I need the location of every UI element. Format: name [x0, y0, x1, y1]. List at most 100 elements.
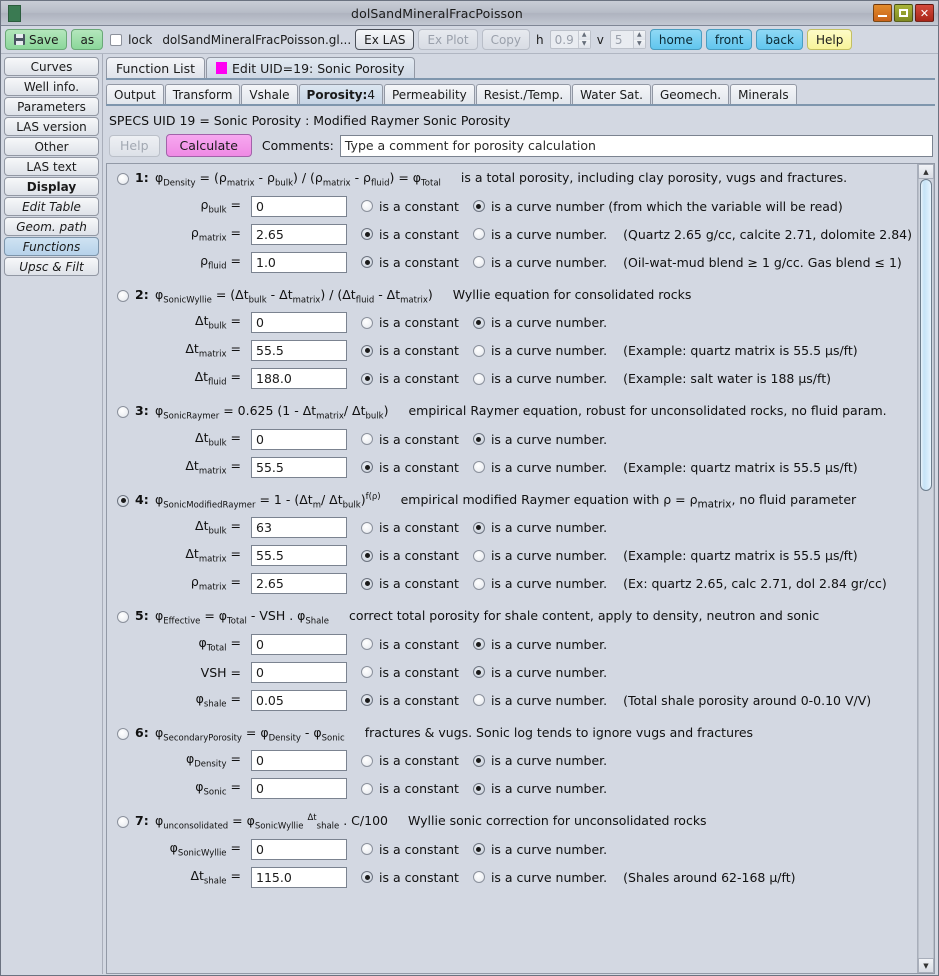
constant-radio[interactable] [361, 200, 373, 212]
constant-option[interactable]: is a constant [361, 315, 459, 330]
section-help-button[interactable]: Help [109, 134, 160, 157]
tab-geomech[interactable]: Geomech. [651, 84, 730, 104]
constant-radio[interactable] [361, 666, 373, 679]
constant-radio[interactable] [361, 372, 373, 385]
tab-water-sat[interactable]: Water Sat. [572, 84, 651, 104]
curve-radio[interactable] [472, 200, 485, 212]
curve-radio[interactable] [472, 256, 485, 268]
constant-radio[interactable] [361, 577, 373, 590]
maximize-icon[interactable] [894, 4, 913, 22]
back-button[interactable]: back [756, 29, 803, 50]
sidebar-item-functions[interactable]: Functions [4, 237, 99, 256]
constant-option[interactable]: is a constant [361, 665, 459, 680]
curve-radio[interactable] [472, 754, 485, 767]
constant-option[interactable]: is a constant [361, 842, 459, 857]
constant-option[interactable]: is a constant [361, 781, 459, 796]
tab-resist-temp[interactable]: Resist./Temp. [475, 84, 572, 104]
constant-radio[interactable] [361, 782, 373, 795]
parameter-input[interactable]: 55.5 [251, 340, 347, 361]
sidebar-item-display[interactable]: Display [4, 177, 99, 196]
curve-radio[interactable] [472, 433, 485, 445]
curve-radio[interactable] [472, 549, 485, 562]
sidebar-item-other[interactable]: Other [4, 137, 99, 156]
parameter-input[interactable]: 0 [251, 838, 347, 860]
parameter-input[interactable]: 0.05 [251, 689, 347, 711]
parameter-input[interactable]: 1.0 [251, 251, 347, 273]
constant-radio[interactable] [361, 461, 373, 473]
curve-option[interactable]: is a curve number. [472, 432, 607, 447]
constant-radio[interactable] [361, 316, 373, 329]
formula-select-radio[interactable] [117, 816, 129, 829]
curve-radio[interactable] [472, 638, 485, 651]
curve-option[interactable]: is a curve number. [472, 637, 607, 652]
constant-option[interactable]: is a constant [361, 753, 459, 768]
curve-radio[interactable] [472, 666, 485, 679]
scroll-track[interactable] [918, 179, 934, 958]
parameter-input[interactable]: 0 [251, 195, 347, 217]
export-las-button[interactable]: Ex LAS [355, 29, 415, 50]
curve-radio[interactable] [472, 782, 485, 795]
constant-option[interactable]: is a constant [361, 576, 459, 591]
constant-radio[interactable] [361, 871, 373, 884]
constant-option[interactable]: is a constant [361, 460, 459, 475]
constant-radio[interactable] [361, 344, 373, 357]
parameter-input[interactable]: 2.65 [251, 223, 347, 245]
curve-option[interactable]: is a curve number. [472, 576, 607, 591]
curve-option[interactable]: is a curve number. [472, 520, 607, 535]
v-scale-up-icon[interactable]: ▲ [633, 31, 645, 40]
curve-radio[interactable] [472, 461, 485, 473]
minimize-icon[interactable] [873, 4, 892, 22]
constant-radio[interactable] [361, 843, 373, 856]
curve-option[interactable]: is a curve number. [472, 343, 607, 358]
help-button[interactable]: Help [806, 29, 853, 50]
parameter-input[interactable]: 2.65 [251, 573, 347, 595]
v-scale-arrows[interactable]: ▲ ▼ [632, 31, 645, 48]
constant-radio[interactable] [361, 521, 373, 534]
curve-option[interactable]: is a curve number. [472, 781, 607, 796]
vertical-scrollbar[interactable]: ▲ ▼ [917, 164, 934, 973]
parameter-input[interactable]: 55.5 [251, 545, 347, 567]
tab-transform[interactable]: Transform [164, 84, 241, 104]
primary-tab-edit-uid[interactable]: Edit UID=19: Sonic Porosity [206, 57, 415, 78]
constant-radio[interactable] [361, 549, 373, 562]
constant-option[interactable]: is a constant [361, 371, 459, 386]
curve-option[interactable]: is a curve number. [472, 371, 607, 386]
constant-radio[interactable] [361, 228, 373, 240]
h-scale-down-icon[interactable]: ▼ [578, 39, 590, 48]
sidebar-item-curves[interactable]: Curves [4, 57, 99, 76]
v-scale-stepper[interactable]: 5 ▲ ▼ [609, 30, 646, 49]
parameter-input[interactable]: 188.0 [251, 368, 347, 389]
constant-radio[interactable] [361, 433, 373, 445]
sidebar-item-well-info[interactable]: Well info. [4, 77, 99, 96]
constant-radio[interactable] [361, 754, 373, 767]
scroll-up-icon[interactable]: ▲ [918, 164, 934, 179]
tab-porosity[interactable]: Porosity: 4 [298, 84, 383, 104]
save-as-button[interactable]: as [71, 29, 104, 50]
primary-tab-function-list[interactable]: Function List [106, 57, 205, 78]
constant-option[interactable]: is a constant [361, 343, 459, 358]
curve-option[interactable]: is a curve number. [472, 753, 607, 768]
formula-select-radio[interactable] [117, 173, 129, 185]
curve-option[interactable]: is a curve number. [472, 315, 607, 330]
constant-option[interactable]: is a constant [361, 227, 459, 242]
formula-select-radio[interactable] [117, 289, 129, 302]
curve-option[interactable]: is a curve number. [472, 460, 607, 475]
formula-select-radio[interactable] [117, 406, 129, 418]
constant-option[interactable]: is a constant [361, 199, 459, 214]
lock-checkbox[interactable] [110, 33, 123, 46]
curve-radio[interactable] [472, 316, 485, 329]
curve-radio[interactable] [472, 372, 485, 385]
curve-option[interactable]: is a curve number. [472, 842, 607, 857]
formula-select-radio[interactable] [117, 611, 129, 624]
sidebar-item-geom-path[interactable]: Geom. path [4, 217, 99, 236]
curve-option[interactable]: is a curve number. [472, 548, 607, 563]
constant-option[interactable]: is a constant [361, 432, 459, 447]
close-icon[interactable]: ✕ [915, 4, 934, 22]
curve-radio[interactable] [472, 344, 485, 357]
curve-radio[interactable] [472, 521, 485, 534]
constant-radio[interactable] [361, 256, 373, 268]
front-button[interactable]: front [705, 29, 753, 50]
curve-option[interactable]: is a curve number (from which the variab… [472, 199, 843, 214]
scroll-thumb[interactable] [920, 179, 932, 491]
parameter-input[interactable]: 0 [251, 778, 347, 800]
